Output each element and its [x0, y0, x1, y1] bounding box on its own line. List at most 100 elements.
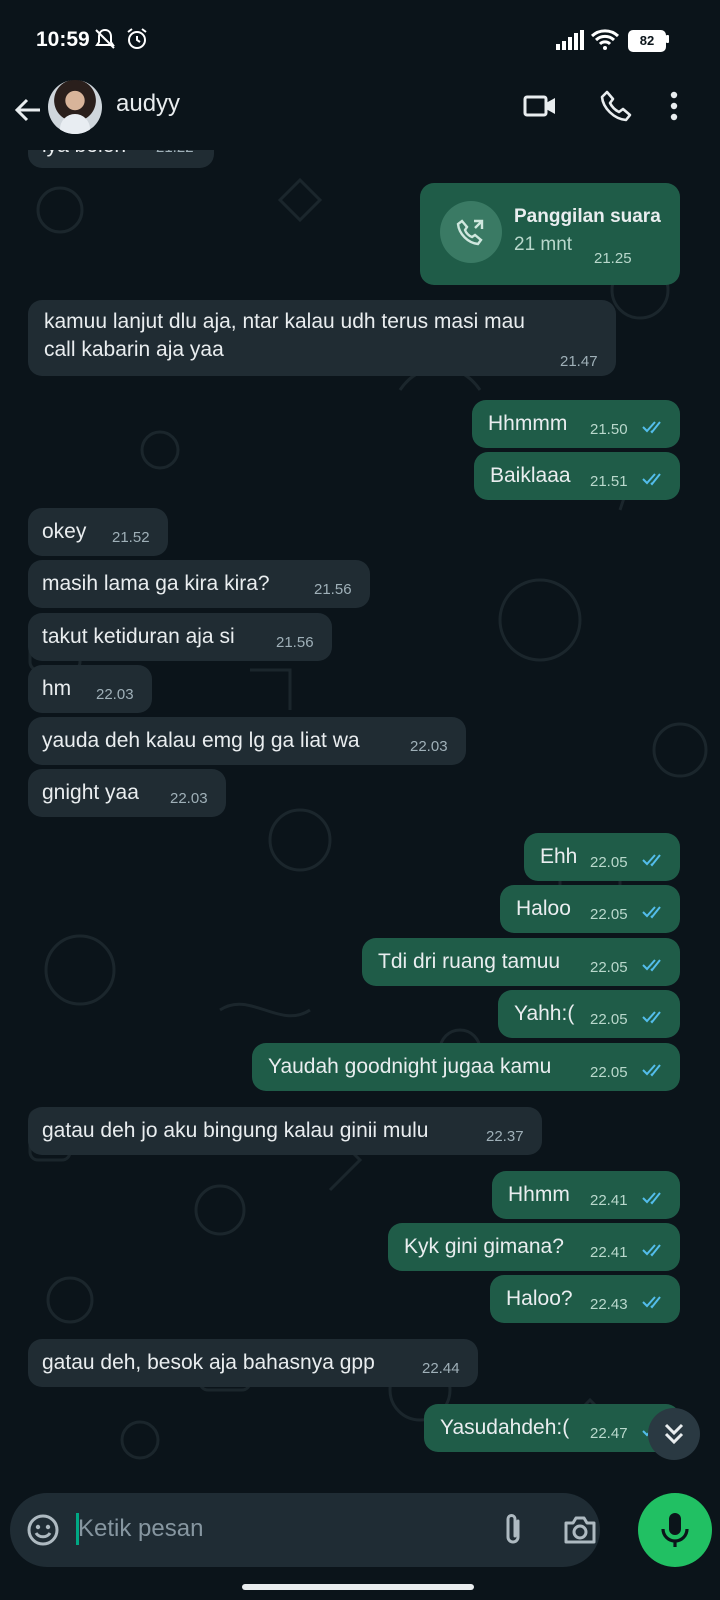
- outgoing-message[interactable]: Hhmm 22.41: [492, 1171, 680, 1219]
- phone-icon[interactable]: [598, 88, 634, 124]
- message-time: 21.22: [156, 150, 194, 162]
- wifi-icon: [590, 29, 620, 50]
- message-text: Hhmmm: [488, 412, 568, 435]
- scroll-to-bottom-button[interactable]: [648, 1408, 700, 1460]
- battery-tip: [666, 35, 669, 43]
- message-text: Tdi dri ruang tamuu: [378, 950, 561, 973]
- incoming-message[interactable]: okey 21.52: [28, 508, 168, 556]
- read-receipt-icon: [642, 421, 661, 434]
- message-text: Kyk gini gimana?: [404, 1235, 564, 1258]
- chat-area[interactable]: iya boleh 21.22 Panggilan suara 21 mnt 21.25…: [0, 150, 720, 1490]
- message-time: 21.52: [112, 529, 150, 546]
- voice-record-button[interactable]: [638, 1493, 712, 1567]
- battery-level: 82: [639, 33, 655, 48]
- message-time: 22.37: [486, 1128, 524, 1145]
- message-text: okey: [42, 520, 87, 543]
- message-text: Haloo?: [506, 1287, 573, 1310]
- message-time: 21.51: [590, 473, 628, 490]
- outgoing-message[interactable]: Yahh:(22.05: [498, 990, 680, 1038]
- read-receipt-icon: [642, 1244, 661, 1257]
- outgoing-message[interactable]: Yasudahdeh:( 22.47: [424, 1404, 680, 1452]
- incoming-message[interactable]: takut ketiduran aja si 21.56: [28, 613, 332, 661]
- status-bar: 10:59 82: [0, 0, 720, 80]
- message-text: gatau deh jo aku bingung kalau ginii mul…: [42, 1119, 429, 1142]
- message-text: gnight yaa: [42, 781, 139, 804]
- message-text: call kabarin aja yaa: [44, 338, 224, 361]
- incoming-message[interactable]: gnight yaa 22.03: [28, 769, 226, 817]
- arrow-left-icon[interactable]: [10, 92, 46, 128]
- read-receipt-icon: [642, 854, 661, 867]
- message-text: Yasudahdeh:(: [440, 1416, 570, 1439]
- message-time: 21.25: [594, 250, 632, 267]
- battery-icon: 82: [628, 30, 666, 52]
- message-text: yauda deh kalau emg lg ga liat wa: [42, 729, 360, 752]
- message-text: Ehh: [540, 845, 578, 868]
- outgoing-message[interactable]: Hhmmm 21.50: [472, 400, 680, 448]
- call-icon: [440, 201, 502, 263]
- read-receipt-icon: [642, 1192, 661, 1205]
- incoming-message[interactable]: yauda deh kalau emg lg ga liat wa 22.03: [28, 717, 466, 765]
- outgoing-message[interactable]: Tdi dri ruang tamuu 22.05: [362, 938, 680, 986]
- message-text: kamuu lanjut dlu aja, ntar kalau udh ter…: [44, 310, 525, 333]
- outgoing-message[interactable]: Kyk gini gimana? 22.41: [388, 1223, 680, 1271]
- message-text: Yahh:(: [514, 1002, 575, 1025]
- call-duration: 21 mnt: [514, 234, 573, 255]
- message-input[interactable]: Ketik pesan: [78, 1515, 203, 1543]
- outgoing-message[interactable]: Baiklaaa 21.51: [474, 452, 680, 500]
- outgoing-message[interactable]: Ehh 22.05: [524, 833, 680, 881]
- message-text: gatau deh, besok aja bahasnya gpp: [42, 1351, 375, 1374]
- avatar[interactable]: [48, 80, 102, 134]
- message-time: 22.03: [410, 738, 448, 755]
- message-composer: Ketik pesan: [10, 1493, 600, 1567]
- status-time: 10:59: [36, 28, 90, 51]
- more-vert-icon[interactable]: [666, 88, 682, 124]
- message-text: hm: [42, 677, 72, 700]
- incoming-message[interactable]: kamuu lanjut dlu aja, ntar kalau udh ter…: [28, 300, 616, 376]
- incoming-message[interactable]: iya boleh 21.22: [28, 150, 214, 168]
- message-text: Yaudah goodnight jugaa kamu: [268, 1055, 552, 1078]
- emoji-icon[interactable]: [26, 1513, 60, 1547]
- contact-name[interactable]: audyy: [116, 90, 180, 118]
- message-text: Hhmm: [508, 1183, 570, 1206]
- video-call-icon[interactable]: [522, 88, 558, 124]
- incoming-message[interactable]: gatau deh, besok aja bahasnya gpp 22.44: [28, 1339, 478, 1387]
- message-time: 22.03: [170, 790, 208, 807]
- message-time: 22.05: [590, 854, 628, 871]
- camera-icon[interactable]: [562, 1513, 598, 1547]
- outgoing-message[interactable]: Haloo 22.05: [500, 885, 680, 933]
- read-receipt-icon: [642, 1296, 661, 1309]
- message-time: 22.44: [422, 1360, 460, 1377]
- signal-icon: [556, 30, 584, 50]
- incoming-message[interactable]: hm 22.03: [28, 665, 152, 713]
- message-time: 22.41: [590, 1192, 628, 1209]
- incoming-message[interactable]: gatau deh jo aku bingung kalau ginii mul…: [28, 1107, 542, 1155]
- read-receipt-icon: [642, 1064, 661, 1077]
- message-text: Haloo: [516, 897, 571, 920]
- message-text: masih lama ga kira kira?: [42, 572, 270, 595]
- message-text: takut ketiduran aja si: [42, 625, 235, 648]
- read-receipt-icon: [642, 906, 661, 919]
- microphone-icon: [661, 1513, 689, 1547]
- message-time: 21.47: [560, 353, 598, 370]
- chat-header: audyy: [0, 80, 720, 150]
- message-time: 21.56: [314, 581, 352, 598]
- navigation-bar: [0, 1570, 720, 1600]
- incoming-message[interactable]: masih lama ga kira kira? 21.56: [28, 560, 370, 608]
- notifications-off-icon: [95, 28, 115, 49]
- message-text: iya boleh: [42, 150, 126, 160]
- message-time: 22.47: [590, 1425, 628, 1442]
- message-time: 22.41: [590, 1244, 628, 1261]
- paperclip-icon[interactable]: [498, 1511, 528, 1549]
- message-time: 21.56: [276, 634, 314, 651]
- home-indicator[interactable]: [242, 1584, 474, 1590]
- read-receipt-icon: [642, 473, 661, 486]
- outgoing-message[interactable]: Yaudah goodnight jugaa kamu 22.05: [252, 1043, 680, 1091]
- call-title: Panggilan suara: [514, 206, 661, 227]
- message-time: 22.05: [590, 906, 628, 923]
- message-time: 22.43: [590, 1296, 628, 1313]
- outgoing-message[interactable]: Haloo? 22.43: [490, 1275, 680, 1323]
- alarm-icon: [127, 28, 147, 49]
- chevron-double-down-icon: [664, 1423, 684, 1445]
- message-text: Baiklaaa: [490, 464, 571, 487]
- call-message[interactable]: Panggilan suara 21 mnt 21.25: [420, 183, 680, 285]
